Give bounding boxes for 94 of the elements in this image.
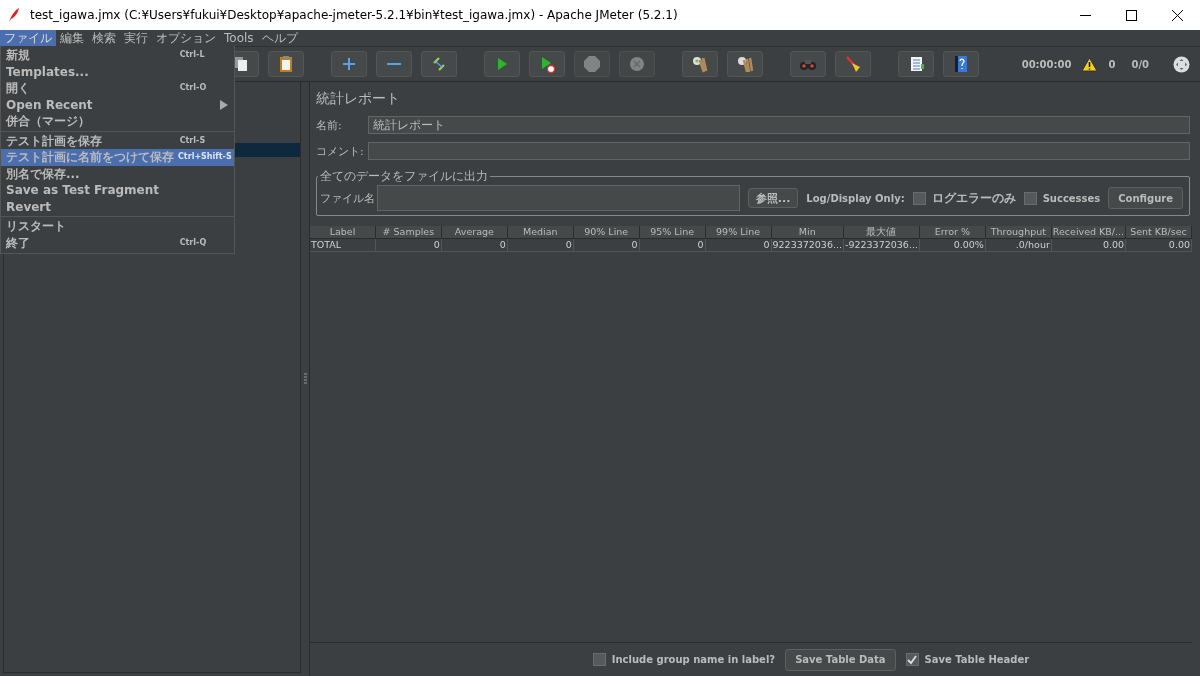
shutdown-icon [628,55,646,73]
table-cell: 0 [705,239,772,252]
menu-item[interactable]: リスタート [1,218,234,235]
menu-item[interactable]: 実行 [120,30,152,46]
checkbox[interactable] [905,653,919,666]
browse-button[interactable]: 参照... [747,188,799,208]
toolbar-button[interactable] [421,51,457,77]
name-field[interactable]: 統計レポート [368,116,1190,134]
table-cell: 0 [639,239,706,252]
menu-item[interactable]: Templates... [1,63,234,80]
toolbar-button[interactable] [835,51,871,77]
panel-title: 統計レポート [316,90,401,108]
table-cell: 0 [573,239,640,252]
menu-item[interactable]: 終了 Ctrl-Q [1,234,234,251]
menu-item[interactable]: 別名で保存... [1,165,234,182]
menu-item[interactable]: Revert [1,198,234,215]
column-header[interactable]: Label [310,226,376,239]
elapsed-time: 00:00:00 [1021,58,1072,70]
column-header[interactable]: 90% Line [573,226,640,239]
group-title: 全てのデータをファイルに出力 [319,168,489,185]
checkbox-label: ログエラーのみ [931,189,1016,207]
checkbox[interactable] [912,191,926,205]
table-cell: -9223372036... [844,239,920,252]
toolbar-button[interactable] [727,51,763,77]
menu-item[interactable]: 開く Ctrl-O [1,80,234,97]
warning-icon[interactable] [1081,56,1099,72]
table-cell: 9223372036... [771,239,844,252]
menu-item[interactable]: 新規 Ctrl-L [1,47,234,64]
field-label: コメント: [316,143,365,159]
window-title: test_igawa.jmx (C:¥Users¥fukui¥Desktop¥apache-jmeter-5.2.1¥bin¥test_igawa.jmx) - Apache JMeter (5.2.1) [30,8,679,22]
column-header[interactable]: Average [441,226,508,239]
checkbox-label: Successes [1042,192,1101,204]
clipboard-icon [277,55,295,73]
toolbar-button[interactable] [943,51,979,77]
menu-item[interactable]: Save as Test Fragment [1,182,234,199]
broom-gear-icon [691,55,709,73]
field-label: 名前: [316,117,343,133]
menu-item[interactable]: オプション [152,30,220,46]
checkbox-label: Save Table Header [924,654,1030,665]
thread-count: 0/0 [1131,58,1149,70]
minimize-icon [1079,14,1091,16]
toolbar-button[interactable] [898,51,934,77]
column-header[interactable]: Error % [919,226,986,239]
menu-item[interactable]: テスト計画を保存 Ctrl-S [1,132,234,149]
table-cell: TOTAL [310,239,376,252]
log-label: Log/Display Only: [806,192,905,204]
close-icon [1171,9,1183,21]
table-cell: 0 [441,239,508,252]
column-header[interactable]: 最大値 [844,226,920,239]
checkbox[interactable] [592,653,606,666]
menu-item[interactable]: 検索 [88,30,120,46]
save-data-button[interactable]: Save Table Data [785,648,896,671]
menu-item[interactable]: Tools [220,30,258,46]
checkbox-label: Include group name in label? [611,654,776,665]
menu-item[interactable]: 編集 [56,30,88,46]
column-header[interactable]: Min [771,226,844,239]
broom-gear-icon [736,55,754,73]
menu-item[interactable]: ファイル [0,30,56,46]
column-header[interactable]: # Samples [375,226,442,239]
table-cell: 0.00% [919,239,986,252]
plus-icon [340,55,358,73]
column-header[interactable]: 99% Line [705,226,772,239]
column-header[interactable]: Received KB/... [1051,226,1127,239]
broom-icon [844,55,862,73]
minus-icon [387,63,401,65]
column-header[interactable]: Sent KB/sec [1126,226,1192,239]
toolbar-button[interactable] [682,51,718,77]
menu-item[interactable]: テスト計画に名前をつけて保存 Ctrl+Shift-S [1,149,234,166]
column-header[interactable]: Median [507,226,574,239]
table-cell: 0 [507,239,574,252]
filename-field[interactable] [377,185,740,211]
maximize-icon [1125,9,1137,21]
splitter-grip-icon[interactable] [303,373,307,385]
table-cell: 0.00 [1126,239,1192,252]
column-header[interactable]: 95% Line [639,226,706,239]
column-header[interactable]: Throughput [985,226,1052,239]
copy-icon [232,55,250,73]
stop-icon [583,55,601,73]
table-cell: .0/hour [985,239,1052,252]
help-book-icon [952,55,970,73]
comment-field[interactable] [368,142,1190,160]
menu-item[interactable]: 併合（マージ） [1,113,234,130]
field-label: ファイル名 [320,190,375,206]
menu-item[interactable]: ヘルプ [257,30,302,46]
submenu-arrow-icon [219,99,228,110]
toolbar-button[interactable] [529,51,565,77]
configure-button[interactable]: Configure [1108,187,1183,209]
menu-item[interactable]: Open Recent [1,96,234,113]
table-cell: 0.00 [1051,239,1127,252]
table-cell: 0 [375,239,442,252]
warning-count: 0 [1108,58,1116,70]
remote-icon[interactable] [1173,55,1190,73]
toolbar-button[interactable] [268,51,304,77]
checkbox[interactable] [1023,191,1037,205]
